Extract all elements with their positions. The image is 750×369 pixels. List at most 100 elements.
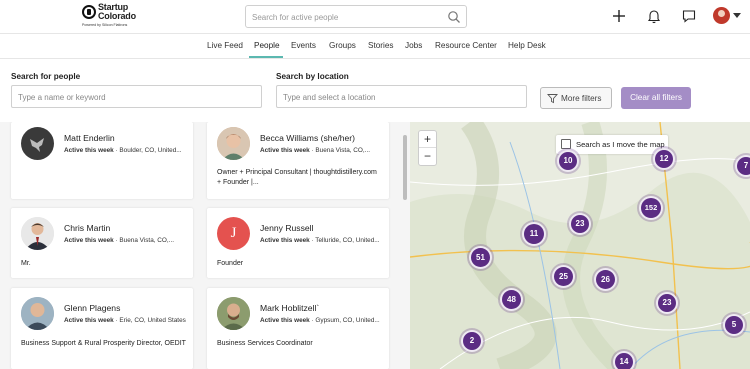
map-cluster[interactable]: 25 (552, 265, 575, 288)
people-search-label: Search for people (11, 72, 81, 81)
activity-status: Active this week (260, 237, 310, 244)
person-location: · Buena Vista, CO,... (113, 237, 175, 244)
activity-status: Active this week (260, 147, 310, 154)
map-cluster[interactable]: 26 (594, 268, 617, 291)
person-card[interactable]: Matt Enderlin Active this week · Boulder… (11, 122, 193, 199)
person-name[interactable]: Mark Hoblitzell` (260, 303, 319, 313)
tab-jobs[interactable]: Jobs (405, 41, 422, 50)
logo-powered-by: Powered by Silicon Flatirons (82, 23, 128, 27)
person-card[interactable]: Glenn Plagens Active this week · Erie, C… (11, 288, 193, 369)
map-cluster[interactable]: 48 (500, 288, 523, 311)
person-location: · Gypsum, CO, United... (309, 317, 380, 324)
map-cluster[interactable]: 51 (469, 246, 492, 269)
top-header: Startup Colorado Powered by Silicon Flat… (0, 0, 750, 34)
tab-groups[interactable]: Groups (329, 41, 356, 50)
person-meta: Active this week · Boulder, CO, United..… (64, 147, 190, 154)
logo-mark-icon (82, 5, 96, 19)
list-scrollbar[interactable] (403, 135, 407, 200)
avatar (21, 217, 54, 250)
person-photo-icon (21, 217, 54, 250)
tab-people[interactable]: People (254, 41, 280, 50)
person-meta: Active this week · Buena Vista, CO,... (64, 237, 190, 244)
person-name[interactable]: Chris Martin (64, 223, 110, 233)
person-card[interactable]: Mark Hoblitzell` Active this week · Gyps… (207, 288, 389, 369)
checkbox[interactable] (561, 139, 571, 149)
active-tab-indicator (249, 56, 283, 58)
person-photo-icon (217, 297, 250, 330)
person-location: · Erie, CO, United States (113, 317, 186, 324)
person-name[interactable]: Matt Enderlin (64, 133, 115, 143)
people-list: Matt Enderlin Active this week · Boulder… (0, 122, 410, 369)
map-terrain (410, 122, 750, 369)
map-panel[interactable]: + − Search as I move the map 10 12 7 152… (410, 122, 750, 369)
map-cluster[interactable]: 152 (639, 196, 663, 220)
avatar (217, 127, 250, 160)
person-meta: Active this week · Buena Vista, CO,... (260, 147, 386, 154)
person-bio: Founder (217, 260, 244, 267)
startup-colorado-logo[interactable]: Startup Colorado Powered by Silicon Flat… (82, 2, 142, 32)
tab-stories[interactable]: Stories (368, 41, 393, 50)
people-search-field (11, 85, 262, 108)
location-search-field (276, 85, 527, 108)
tab-help-desk[interactable]: Help Desk (508, 41, 546, 50)
tab-resource-center[interactable]: Resource Center (435, 41, 497, 50)
chevron-down-icon[interactable] (733, 13, 741, 18)
person-location: · Boulder, CO, United... (113, 147, 182, 154)
initial-avatar: J (217, 217, 250, 250)
avatar (21, 297, 54, 330)
person-meta: Active this week · Telluride, CO, United… (260, 237, 386, 244)
person-photo-icon (217, 127, 250, 160)
location-search-label: Search by location (276, 72, 349, 81)
map-cluster[interactable]: 7 (735, 155, 750, 177)
main-nav: Live Feed People Events Groups Stories J… (0, 34, 750, 59)
person-bio: Business Services Coordinator (217, 340, 313, 347)
zoom-out-button[interactable]: − (419, 148, 436, 165)
map-cluster[interactable]: 2 (461, 330, 483, 352)
activity-status: Active this week (260, 317, 310, 324)
person-photo-icon (21, 297, 54, 330)
avatar (21, 127, 54, 160)
map-cluster[interactable]: 12 (653, 148, 675, 170)
map-cluster[interactable]: 23 (569, 213, 591, 235)
eagle-logo-icon (30, 138, 44, 152)
map-cluster[interactable]: 23 (656, 292, 678, 314)
map-cluster[interactable]: 10 (557, 150, 579, 172)
map-cluster[interactable]: 5 (723, 314, 745, 336)
bell-icon[interactable] (646, 8, 662, 24)
person-bio: Mr. (21, 260, 31, 267)
location-search-input[interactable] (283, 90, 503, 104)
tab-events[interactable]: Events (291, 41, 316, 50)
global-search (245, 5, 467, 28)
person-card[interactable]: Becca Williams (she/her) Active this wee… (207, 122, 389, 199)
person-name[interactable]: Glenn Plagens (64, 303, 120, 313)
activity-status: Active this week (64, 147, 114, 154)
person-meta: Active this week · Gypsum, CO, United... (260, 317, 386, 324)
filter-icon (547, 94, 558, 104)
person-card[interactable]: J Jenny Russell Active this week · Tellu… (207, 208, 389, 278)
people-search-input[interactable] (18, 90, 238, 104)
more-filters-button[interactable]: More filters (540, 87, 612, 109)
zoom-controls: + − (418, 130, 437, 166)
clear-all-filters-button[interactable]: Clear all filters (621, 87, 691, 109)
more-filters-label: More filters (561, 94, 602, 103)
person-location: · Telluride, CO, United... (309, 237, 380, 244)
person-name[interactable]: Becca Williams (she/her) (260, 133, 355, 143)
chat-icon[interactable] (681, 8, 697, 24)
user-avatar[interactable] (713, 7, 730, 24)
person-bio: Business Support & Rural Prosperity Dire… (21, 340, 186, 347)
zoom-in-button[interactable]: + (419, 131, 436, 148)
global-search-input[interactable] (252, 9, 442, 25)
map-cluster[interactable]: 14 (613, 351, 635, 369)
plus-icon[interactable] (611, 8, 627, 24)
person-name[interactable]: Jenny Russell (260, 223, 314, 233)
person-bio: Owner + Principal Consultant | thoughtdi… (217, 169, 377, 186)
tab-live-feed[interactable]: Live Feed (207, 41, 243, 50)
person-location: · Buena Vista, CO,... (309, 147, 371, 154)
search-icon[interactable] (447, 10, 461, 24)
avatar (217, 297, 250, 330)
activity-status: Active this week (64, 317, 114, 324)
activity-status: Active this week (64, 237, 114, 244)
map-cluster[interactable]: 11 (522, 222, 546, 246)
logo-line-2: Colorado (98, 11, 136, 21)
person-card[interactable]: Chris Martin Active this week · Buena Vi… (11, 208, 193, 278)
